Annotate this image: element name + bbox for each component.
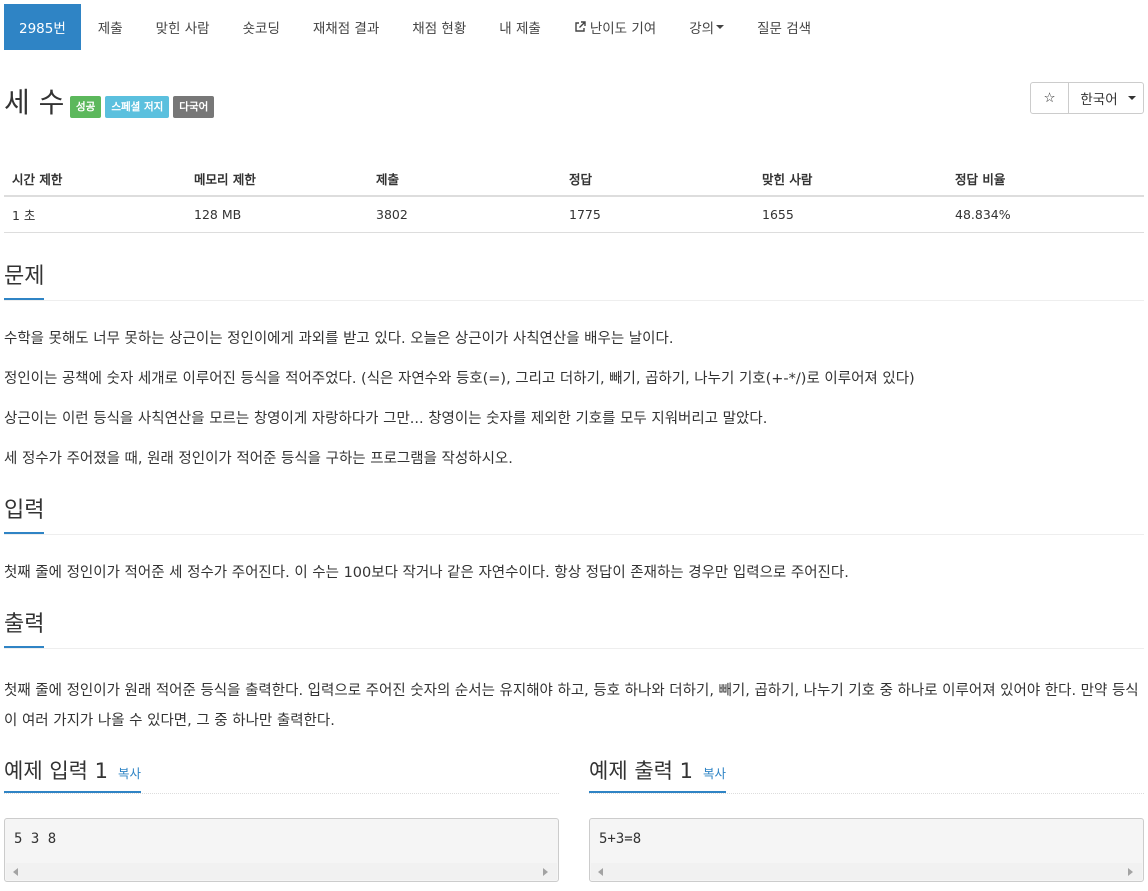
scroll-right-arrow-icon[interactable] [543, 868, 548, 876]
input-description: 첫째 줄에 정인이가 적어준 세 정수가 주어진다. 이 수는 100보다 작거… [4, 565, 849, 581]
sample-input-heading: 예제 입력 1 복사 [4, 753, 559, 794]
accepted-value: 1775 [561, 196, 754, 233]
table-header-row: 시간 제한 메모리 제한 제출 정답 맞힌 사람 정답 비율 [4, 161, 1144, 197]
sample-output-heading: 예제 출력 1 복사 [589, 753, 1144, 794]
output-description: 첫째 줄에 정인이가 원래 적어준 등식을 출력한다. 입력으로 주어진 숫자의… [4, 683, 1139, 729]
time-limit-value: 1 초 [4, 196, 186, 233]
sample-output-code: 5+3=8 [599, 831, 642, 847]
scroll-left-arrow-icon[interactable] [598, 868, 603, 876]
nav-lectures-dropdown[interactable]: 강의 [672, 4, 740, 50]
problem-section-heading: 문제 [4, 262, 1144, 301]
output-section-heading: 출력 [4, 610, 1144, 649]
problem-paragraph: 수학을 못해도 너무 못하는 상근이는 정인이에게 과외를 받고 있다. 오늘은… [4, 331, 674, 347]
problem-paragraph: 정인이는 공책에 숫자 세개로 이루어진 등식을 적어주었다. (식은 자연수와… [4, 371, 915, 387]
scroll-right-arrow-icon[interactable] [1128, 868, 1133, 876]
problem-header: 세 수 성공 스페셜 저지 다국어 ☆ 한국어 [0, 82, 1148, 146]
sample-input-box: 5 3 8 [4, 818, 559, 882]
nav-problem-number[interactable]: 2985번 [4, 4, 81, 50]
caret-down-icon [716, 25, 725, 29]
header-submissions: 제출 [368, 161, 561, 197]
problem-info-table: 시간 제한 메모리 제한 제출 정답 맞힌 사람 정답 비율 1 초 128 M… [4, 161, 1144, 233]
problem-title: 세 수 [4, 86, 65, 119]
input-section-heading: 입력 [4, 496, 1144, 535]
badge-multilingual: 다국어 [173, 96, 215, 118]
horizontal-scrollbar[interactable] [6, 863, 557, 880]
caret-down-icon [1127, 96, 1136, 100]
sample-output-box: 5+3=8 [589, 818, 1144, 882]
favorite-star-button[interactable]: ☆ [1030, 82, 1069, 114]
header-accepted: 정답 [561, 161, 754, 197]
nav-submit[interactable]: 제출 [81, 4, 139, 50]
horizontal-scrollbar[interactable] [591, 863, 1142, 880]
nav-rejudge-results[interactable]: 재채점 결과 [296, 4, 395, 50]
nav-solvers[interactable]: 맞힌 사람 [139, 4, 226, 50]
problem-actions: ☆ 한국어 [1030, 82, 1144, 114]
external-link-icon [575, 21, 586, 32]
nav-question-search[interactable]: 질문 검색 [740, 4, 827, 50]
ratio-value: 48.834% [947, 196, 1144, 233]
problem-nav: 2985번 제출 맞힌 사람 숏코딩 재채점 결과 채점 현황 내 제출 난이도… [0, 4, 1148, 50]
memory-limit-value: 128 MB [186, 196, 368, 233]
header-memory-limit: 메모리 제한 [186, 161, 368, 197]
star-icon: ☆ [1043, 90, 1056, 106]
nav-my-submissions[interactable]: 내 제출 [482, 4, 557, 50]
header-solvers: 맞힌 사람 [754, 161, 947, 197]
nav-difficulty-contribution[interactable]: 난이도 기여 [557, 4, 672, 50]
badge-success: 성공 [70, 96, 102, 118]
badge-special-judge: 스페셜 저지 [105, 96, 170, 118]
copy-sample-input-link[interactable]: 복사 [118, 756, 141, 792]
submissions-value: 3802 [368, 196, 561, 233]
table-row: 1 초 128 MB 3802 1775 1655 48.834% [4, 196, 1144, 233]
solvers-value: 1655 [754, 196, 947, 233]
header-time-limit: 시간 제한 [4, 161, 186, 197]
sample-input-code: 5 3 8 [14, 831, 57, 847]
language-dropdown[interactable]: 한국어 [1068, 82, 1144, 114]
problem-badges: 성공 스페셜 저지 다국어 [70, 96, 215, 118]
nav-status[interactable]: 채점 현황 [395, 4, 482, 50]
problem-paragraph: 세 정수가 주어졌을 때, 원래 정인이가 적어준 등식을 구하는 프로그램을 … [4, 451, 513, 467]
scroll-left-arrow-icon[interactable] [13, 868, 18, 876]
copy-sample-output-link[interactable]: 복사 [703, 756, 726, 792]
nav-short-coding[interactable]: 숏코딩 [226, 4, 296, 50]
header-ratio: 정답 비율 [947, 161, 1144, 197]
problem-paragraph: 상근이는 이런 등식을 사칙연산을 모르는 창영이게 자랑하다가 그만... 창… [4, 411, 768, 427]
